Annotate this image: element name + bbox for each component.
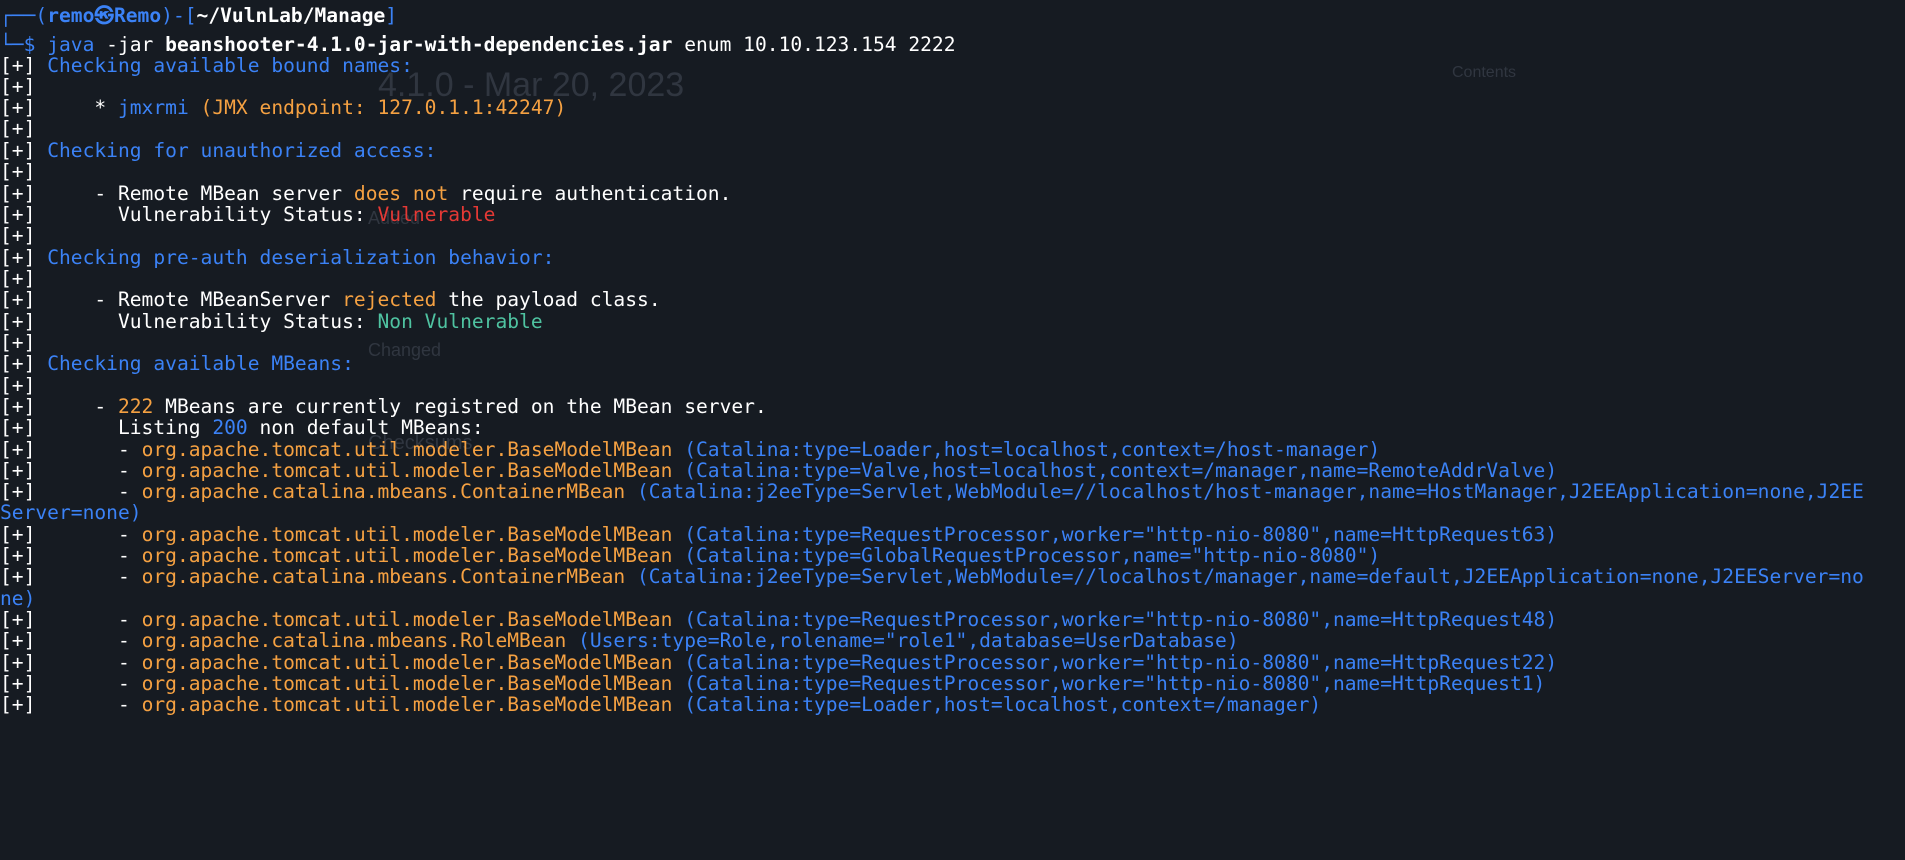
- status-vulnerable: Vulnerable: [377, 203, 496, 226]
- dash: -: [47, 629, 142, 652]
- prompt-host: Remo: [113, 4, 162, 27]
- dash: -: [47, 693, 142, 716]
- status-non-vulnerable: Non Vulnerable: [377, 310, 543, 333]
- prompt-header: ┌──(remo㉿Remo)-[~/VulnLab/Manage]: [0, 3, 397, 29]
- line-prefix: [+]: [0, 117, 48, 140]
- text: Vulnerability Status:: [47, 310, 378, 333]
- line-prefix: [+]: [0, 629, 48, 652]
- mbean-row: [+] - org.apache.catalina.mbeans.Contain…: [0, 564, 1905, 590]
- output-line: [+] Vulnerability Status: Vulnerable: [0, 202, 495, 228]
- output-line: [+] Checking available bound names:: [0, 53, 413, 79]
- line-prefix: [+]: [0, 565, 48, 588]
- mbean-object-name: (Users:type=Role,rolename="role1",databa…: [566, 629, 1239, 652]
- mbean-class: org.apache.catalina.mbeans.ContainerMBea…: [141, 565, 626, 588]
- bound-name: jmxrmi: [117, 96, 189, 119]
- prompt-user: remo: [47, 4, 95, 27]
- mbean-row: [+] - org.apache.tomcat.util.modeler.Bas…: [0, 692, 1321, 718]
- text: the payload class.: [436, 288, 661, 311]
- line-prefix: [+]: [0, 693, 48, 716]
- mbean-object-name: (Catalina:j2eeType=Servlet,WebModule=//l…: [625, 480, 1864, 503]
- mbean-class: org.apache.catalina.mbeans.ContainerMBea…: [141, 480, 626, 503]
- terminal-window[interactable]: 4.1.0 - Mar 20, 2023 Contents Added Chan…: [0, 0, 1905, 860]
- prompt-frame-close: ]: [385, 4, 398, 27]
- mbean-object-name: (Catalina:type=Loader,host=localhost,con…: [672, 693, 1322, 716]
- dash: -: [47, 565, 142, 588]
- prompt-frame: ┌──(: [0, 4, 48, 27]
- output-line: [+] * jmxrmi (JMX endpoint: 127.0.1.1:42…: [0, 95, 566, 121]
- endpoint-close: ): [554, 96, 567, 119]
- prompt-frame-mid: )-[: [161, 4, 197, 27]
- output-line: [+] Checking for unauthorized access:: [0, 138, 436, 164]
- text: non default MBeans:: [247, 416, 484, 439]
- line-prefix: [+]: [0, 160, 48, 183]
- command-target: enum 10.10.123.154 2222: [672, 33, 956, 56]
- text: Listing: [47, 416, 213, 439]
- text: Vulnerability Status:: [47, 203, 378, 226]
- section-heading: Checking available bound names:: [47, 54, 413, 77]
- mbean-object-name: (Catalina:j2eeType=Servlet,WebModule=//l…: [625, 565, 1864, 588]
- section-heading: Checking available MBeans:: [47, 352, 354, 375]
- mbean-class: org.apache.catalina.mbeans.RoleMBean: [141, 629, 567, 652]
- line-prefix: [+]: [0, 288, 48, 311]
- prompt-path: ~/VulnLab/Manage: [196, 4, 386, 27]
- output-line: [+] Checking available MBeans:: [0, 351, 354, 377]
- text: - Remote MBeanServer: [47, 288, 343, 311]
- mbean-row: [+] - org.apache.catalina.mbeans.Contain…: [0, 479, 1905, 505]
- endpoint-label: (JMX endpoint:: [188, 96, 378, 119]
- line-prefix: [+]: [0, 224, 48, 247]
- output-line: [+] Checking pre-auth deserialization be…: [0, 245, 554, 271]
- kali-icon: ㉿: [94, 4, 114, 27]
- mbean-object-name-cont: Server=none): [0, 501, 142, 524]
- endpoint-address: 127.0.1.1:42247: [377, 96, 555, 119]
- line-prefix: [+]: [0, 352, 48, 375]
- section-heading: Checking pre-auth deserialization behavi…: [47, 246, 555, 269]
- ghost-changed: Changed: [368, 340, 442, 360]
- output-line: [+] Vulnerability Status: Non Vulnerable: [0, 309, 543, 335]
- line-prefix: [+]: [0, 416, 48, 439]
- section-heading: Checking for unauthorized access:: [47, 139, 437, 162]
- ghost-sidebar: Contents: [1452, 64, 1517, 81]
- listing-count: 200: [212, 416, 248, 439]
- mbean-class: org.apache.tomcat.util.modeler.BaseModel…: [141, 693, 673, 716]
- bullet: *: [47, 96, 118, 119]
- highlight: rejected: [342, 288, 437, 311]
